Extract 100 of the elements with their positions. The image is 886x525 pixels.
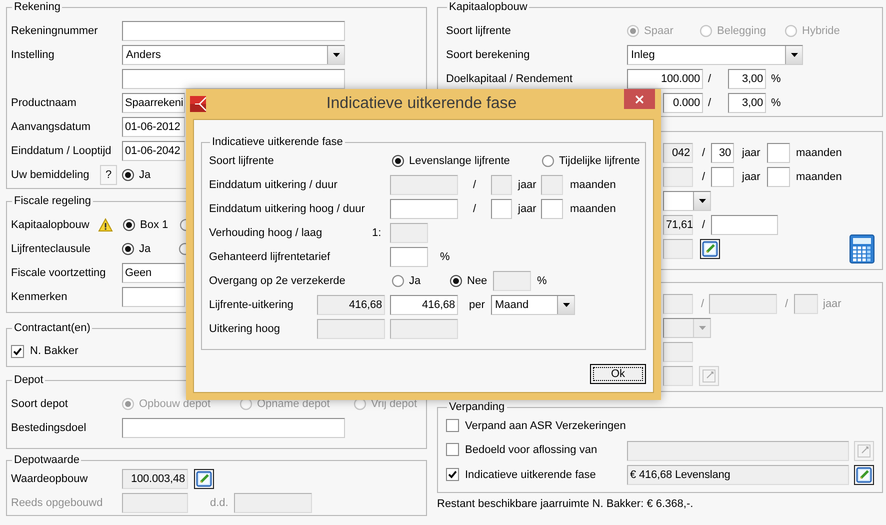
field-label: Lijfrenteclausule: [11, 243, 92, 255]
input-field[interactable]: Spaarrekeni: [122, 93, 185, 113]
field-label: Instelling: [11, 49, 56, 61]
section-title: Indicatieve uitkerende fase: [211, 135, 344, 149]
checkbox[interactable]: Bedoeld voor aflossing van: [446, 443, 598, 456]
unit-label: jaar: [740, 171, 762, 183]
section-title: Depot: [13, 373, 44, 387]
separator: /: [707, 73, 712, 85]
section-title: Contractant(en): [13, 321, 92, 335]
input-field[interactable]: [491, 199, 512, 219]
input-field[interactable]: [122, 21, 345, 41]
unit-label: maanden: [569, 179, 616, 191]
separator: /: [784, 298, 790, 310]
edit-button[interactable]: [700, 239, 720, 259]
field-label: Verhouding hoog / laag: [209, 227, 324, 239]
section-title: Verpanding: [448, 400, 506, 414]
caret-icon[interactable]: [557, 296, 574, 314]
caret-icon[interactable]: [327, 46, 344, 64]
input-field[interactable]: 0.000: [663, 93, 703, 113]
input-field[interactable]: [122, 287, 185, 307]
unit-label: maanden: [795, 147, 842, 159]
separator: /: [472, 203, 476, 215]
unit-label: maanden: [795, 171, 842, 183]
section-title: Fiscale regeling: [13, 194, 92, 208]
field-label: Fiscale voortzetting: [11, 267, 107, 279]
separator: /: [472, 179, 476, 191]
unit-label: jaar: [516, 203, 536, 215]
unit-label: per: [468, 299, 486, 311]
field-label: Soort lijfrente: [209, 155, 275, 167]
separator: /: [701, 147, 706, 159]
section-title: Depotwaarde: [13, 453, 80, 467]
edit-button[interactable]: [194, 469, 214, 489]
field-label: Reeds opgebouwd: [11, 497, 104, 509]
field-label: Aanvangsdatum: [11, 121, 92, 133]
input-field[interactable]: [711, 215, 778, 235]
input-field[interactable]: [541, 199, 563, 219]
checkmark-icon: [448, 470, 457, 479]
field-label: Waardeopbouw: [11, 473, 89, 485]
input-field[interactable]: [122, 69, 345, 89]
close-button[interactable]: [624, 89, 655, 109]
unit-label: jaar: [740, 147, 762, 159]
radio-button[interactable]: Ja: [122, 169, 151, 181]
radio-button[interactable]: Ja: [392, 275, 421, 287]
dropdown[interactable]: Inleg: [627, 45, 803, 65]
help-button[interactable]: ?: [100, 165, 117, 185]
input-field[interactable]: 100.000: [627, 69, 703, 89]
logo-icon: [190, 96, 206, 112]
section-title: Rekening: [13, 0, 62, 14]
input-field[interactable]: [711, 167, 734, 187]
field-label: Gehanteerd lijfrentetarief: [209, 251, 332, 263]
field-label: Bestedingsdoel: [11, 422, 88, 434]
input-field[interactable]: 01-06-2042: [122, 141, 185, 161]
radio-button[interactable]: Box 1: [123, 219, 168, 231]
field-label: Kenmerken: [11, 291, 68, 303]
dropdown[interactable]: Anders: [122, 45, 345, 65]
field-label: Productnaam: [11, 97, 78, 109]
input-field[interactable]: 01-06-2012: [122, 117, 185, 137]
field-label: Overgang op 2e verzekerde: [209, 275, 346, 287]
field-label: Einddatum uitkering / duur: [209, 179, 338, 191]
field-label: Lijfrente-uitkering: [209, 299, 294, 311]
checkbox[interactable]: N. Bakker: [11, 344, 78, 358]
separator: /: [701, 219, 706, 231]
section-title: Kapitaalopbouw: [448, 0, 528, 14]
caret-icon[interactable]: [693, 192, 710, 210]
radio-button[interactable]: Ja: [122, 243, 151, 255]
separator: /: [707, 97, 712, 109]
checkbox[interactable]: Indicatieve uitkerende fase: [446, 468, 596, 481]
caret-icon[interactable]: [785, 46, 802, 64]
input-field[interactable]: [390, 247, 428, 267]
dropdown[interactable]: [663, 191, 711, 211]
field-label: Einddatum uitkering hoog / duur: [209, 203, 366, 215]
field-label: Rekeningnummer: [11, 25, 99, 37]
input-field[interactable]: 3,00: [728, 93, 766, 113]
unit-label: %: [536, 275, 548, 287]
radio-button[interactable]: Tijdelijke lijfrente: [542, 155, 640, 167]
radio-button[interactable]: Nee: [450, 275, 488, 287]
checkmark-icon: [13, 346, 22, 356]
edit-button[interactable]: [854, 465, 874, 485]
input-field[interactable]: [767, 143, 790, 163]
unit-label: maanden: [569, 203, 616, 215]
close-icon: [635, 94, 644, 104]
ok-button[interactable]: Ok: [590, 364, 646, 384]
input-field[interactable]: 3,00: [728, 69, 766, 89]
radio-button[interactable]: Levenslange lijfrente: [392, 155, 510, 167]
input-field[interactable]: Geen: [122, 263, 185, 283]
input-field[interactable]: [122, 418, 345, 438]
dropdown[interactable]: Maand: [491, 295, 575, 315]
input-field[interactable]: 30: [711, 143, 734, 163]
input-field[interactable]: [767, 167, 790, 187]
field-label: d.d.: [209, 497, 230, 509]
unit-label: jaar: [516, 179, 536, 191]
field-label: Einddatum / Looptijd: [11, 145, 112, 157]
input-field[interactable]: [390, 199, 458, 219]
field-label: Soort lijfrente: [446, 25, 512, 37]
separator: /: [700, 298, 706, 310]
input-field[interactable]: 416,68: [390, 295, 458, 315]
checkbox[interactable]: Verpand aan ASR Verzekeringen: [446, 419, 626, 432]
calculator-icon[interactable]: [849, 234, 875, 264]
field-label: Doelkapitaal / Rendement: [446, 73, 574, 85]
field-label: Soort berekening: [446, 49, 531, 61]
